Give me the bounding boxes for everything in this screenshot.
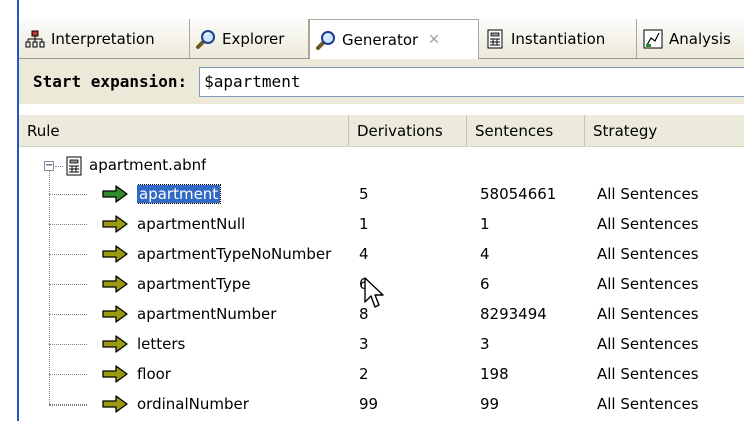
table-row[interactable]: ordinalNumber 99 99 All Sentences xyxy=(19,389,744,419)
start-expansion-bar: Start expansion: $apartment xyxy=(19,59,744,104)
magnifier-icon xyxy=(196,29,215,49)
derivations-cell: 1 xyxy=(359,215,369,233)
tree-connector xyxy=(49,404,87,405)
tab-label: Explorer xyxy=(222,29,285,48)
hierarchy-icon xyxy=(25,30,45,47)
derivations-cell: 99 xyxy=(359,395,379,413)
tree-connector xyxy=(49,224,87,225)
rule-arrow-icon xyxy=(102,275,128,293)
tree-connector xyxy=(49,374,87,375)
column-header-strategy[interactable]: Strategy xyxy=(585,115,744,146)
tab-label: Analysis xyxy=(669,29,731,48)
strategy-cell: All Sentences xyxy=(597,185,699,203)
table-row[interactable]: floor 2 198 All Sentences xyxy=(19,359,744,389)
chart-icon xyxy=(643,29,663,48)
tree-root-label: apartment.abnf xyxy=(89,156,207,174)
rule-name-cell[interactable]: apartment xyxy=(137,179,349,209)
table-row[interactable]: apartmentNull 1 1 All Sentences xyxy=(19,209,744,239)
rule-name: apartmentTypeNoNumber xyxy=(137,245,332,263)
tab-label: Generator xyxy=(342,30,419,49)
rule-arrow-icon xyxy=(102,395,128,413)
sentences-cell: 1 xyxy=(480,215,490,233)
rule-name: floor xyxy=(137,365,171,383)
sentences-cell: 4 xyxy=(480,245,490,263)
table-row[interactable]: letters 3 3 All Sentences xyxy=(19,329,744,359)
document-grid-icon xyxy=(487,29,503,48)
grammar-file-icon xyxy=(66,156,82,176)
tab-explorer[interactable]: Explorer xyxy=(190,19,309,58)
rule-arrow-icon xyxy=(102,215,128,233)
rule-name-cell[interactable]: floor xyxy=(137,359,349,389)
strategy-cell: All Sentences xyxy=(597,365,699,383)
rule-name-cell[interactable]: ordinalNumber xyxy=(137,389,349,419)
derivations-cell: 5 xyxy=(359,185,369,203)
tab-instantiation[interactable]: Instantiation xyxy=(479,19,637,58)
rule-name: apartmentNumber xyxy=(137,305,277,323)
column-header-derivations[interactable]: Derivations xyxy=(349,115,467,146)
strategy-cell: All Sentences xyxy=(597,245,699,263)
derivations-cell: 4 xyxy=(359,245,369,263)
rule-name-cell[interactable]: apartmentTypeNoNumber xyxy=(137,239,349,269)
start-expansion-input[interactable]: $apartment xyxy=(199,66,744,97)
strategy-cell: All Sentences xyxy=(597,335,699,353)
strategy-cell: All Sentences xyxy=(597,395,699,413)
rule-name-cell[interactable]: apartmentNumber xyxy=(137,299,349,329)
sentences-cell: 6 xyxy=(480,275,490,293)
collapse-toggle[interactable]: − xyxy=(44,161,54,171)
tab-bar: Interpretation Explorer Generator ✕ Inst… xyxy=(19,19,744,59)
tree-connector xyxy=(49,284,87,285)
tab-generator[interactable]: Generator ✕ xyxy=(309,19,479,59)
sentences-cell: 58054661 xyxy=(480,185,557,203)
sentences-cell: 99 xyxy=(480,395,500,413)
rule-name: letters xyxy=(137,335,186,353)
tree-connector xyxy=(55,166,63,167)
tab-interpretation[interactable]: Interpretation xyxy=(19,19,190,58)
rule-name-cell[interactable]: apartmentNull xyxy=(137,209,349,239)
rule-arrow-icon xyxy=(102,335,128,353)
rule-arrow-icon xyxy=(102,245,128,263)
column-header-rule[interactable]: Rule xyxy=(19,115,349,146)
close-icon[interactable]: ✕ xyxy=(428,32,440,48)
rule-arrow-icon xyxy=(102,365,128,383)
derivations-cell: 2 xyxy=(359,365,369,383)
rule-name: apartmentNull xyxy=(137,215,246,233)
generator-window: Interpretation Explorer Generator ✕ Inst… xyxy=(17,0,744,421)
sentences-cell: 3 xyxy=(480,335,490,353)
rule-name: ordinalNumber xyxy=(137,395,249,413)
strategy-cell: All Sentences xyxy=(597,215,699,233)
column-header-sentences[interactable]: Sentences xyxy=(467,115,585,146)
strategy-cell: All Sentences xyxy=(597,275,699,293)
rule-arrow-icon xyxy=(102,185,128,203)
desktop-edge xyxy=(0,0,17,421)
sentences-cell: 8293494 xyxy=(480,305,547,323)
rule-name-cell[interactable]: letters xyxy=(137,329,349,359)
strategy-cell: All Sentences xyxy=(597,305,699,323)
sentences-cell: 198 xyxy=(480,365,509,383)
tree-connector xyxy=(49,314,87,315)
tab-label: Instantiation xyxy=(511,29,606,48)
table-row[interactable]: apartment 5 58054661 All Sentences xyxy=(19,179,744,209)
tab-label: Interpretation xyxy=(51,29,155,48)
table-header: Rule Derivations Sentences Strategy xyxy=(19,115,744,147)
tree-root-row[interactable]: − apartment.abnf xyxy=(19,150,744,180)
tab-analysis[interactable]: Analysis xyxy=(637,19,744,58)
derivations-cell: 3 xyxy=(359,335,369,353)
rule-name: apartment xyxy=(137,184,222,204)
mouse-cursor-icon xyxy=(364,277,384,308)
magnifier-icon xyxy=(316,30,335,50)
table-row[interactable]: apartmentTypeNoNumber 4 4 All Sentences xyxy=(19,239,744,269)
rule-name-cell[interactable]: apartmentType xyxy=(137,269,349,299)
tree-connector xyxy=(49,344,87,345)
rule-arrow-icon xyxy=(102,305,128,323)
tree-connector xyxy=(49,254,87,255)
rule-name: apartmentType xyxy=(137,275,251,293)
start-expansion-label: Start expansion: xyxy=(33,72,188,91)
tree-connector xyxy=(49,194,87,195)
